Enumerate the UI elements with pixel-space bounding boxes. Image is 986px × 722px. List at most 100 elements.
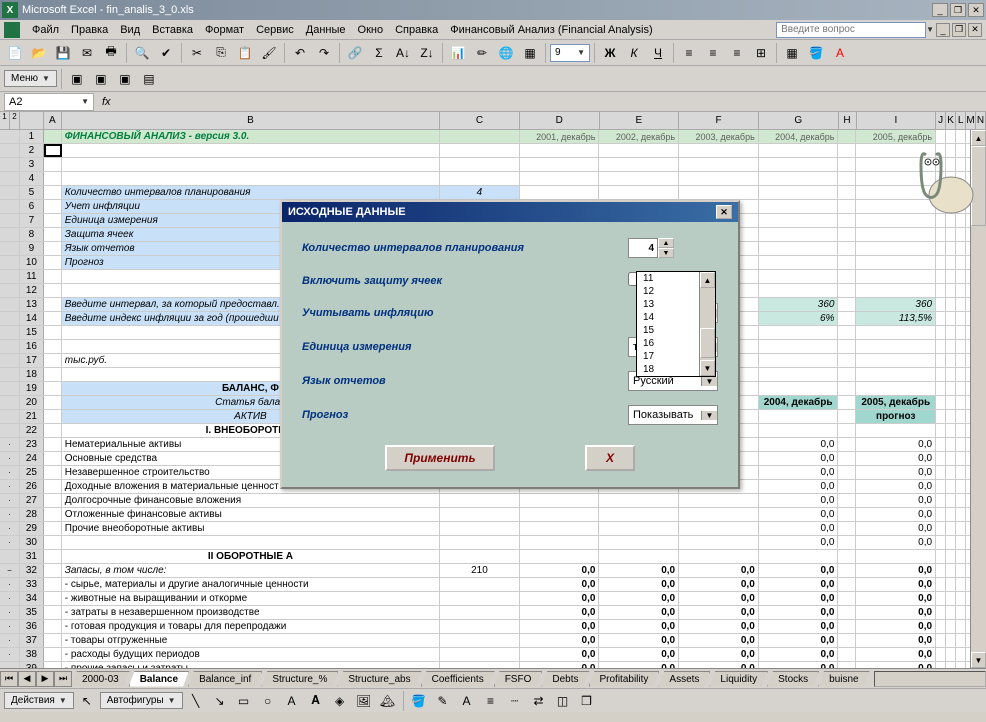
cell[interactable] [956,214,966,227]
col-D[interactable]: D [520,112,600,129]
cell[interactable] [956,382,966,395]
cell[interactable]: 0,0 [856,466,936,479]
cell[interactable] [838,396,856,409]
grid-row[interactable]: −32Запасы, в том числе:2100,00,00,00,00,… [0,564,986,578]
cell[interactable] [838,228,856,241]
cell[interactable] [440,578,520,591]
cell[interactable] [936,186,946,199]
fx-icon[interactable]: fx [102,96,111,108]
cell[interactable]: 0,0 [759,536,839,549]
cell[interactable] [956,200,966,213]
cell[interactable]: 0,0 [759,662,839,668]
cell[interactable] [838,564,856,577]
cell[interactable] [520,550,600,563]
name-box[interactable]: A2▼ [4,93,94,111]
cell[interactable]: 113,5% [856,312,936,325]
font-size-input[interactable]: 9▼ [550,44,590,62]
cell[interactable] [838,368,856,381]
cell[interactable]: 0,0 [520,620,600,633]
cell[interactable] [856,354,936,367]
grid-row[interactable]: ·38- расходы будущих периодов0,00,00,00,… [0,648,986,662]
cell[interactable] [838,186,856,199]
cell[interactable] [946,424,956,437]
cell[interactable] [838,592,856,605]
cell[interactable] [44,578,62,591]
cell[interactable] [946,354,956,367]
spin-down-icon[interactable]: ▼ [658,248,674,258]
col-A[interactable]: A [44,112,62,129]
cell[interactable] [759,214,839,227]
align-center-icon[interactable]: ≡ [702,42,724,64]
cell[interactable] [936,228,946,241]
cell[interactable]: 360 [759,298,839,311]
cell[interactable] [44,480,62,493]
cell[interactable] [946,508,956,521]
cell[interactable] [946,522,956,535]
cell[interactable] [936,368,946,381]
cell[interactable] [936,438,946,451]
cell[interactable] [759,158,839,171]
cell[interactable] [956,578,966,591]
3d-icon[interactable]: ❒ [576,690,598,712]
cell[interactable] [759,550,839,563]
cell[interactable]: - готовая продукция и товары для перепро… [62,620,440,633]
cell[interactable] [44,620,62,633]
cell[interactable]: 0,0 [520,592,600,605]
cell[interactable]: 0,0 [599,634,679,647]
cell[interactable]: Количество интервалов планирования [62,186,440,199]
cell[interactable] [956,312,966,325]
cell[interactable] [440,494,520,507]
cell[interactable] [838,158,856,171]
cell[interactable]: 2002, декабрь [599,130,679,143]
cell[interactable] [946,452,956,465]
col-N[interactable]: N [976,112,986,129]
cell[interactable] [936,144,946,157]
cell[interactable] [946,494,956,507]
cell[interactable] [956,550,966,563]
cell[interactable] [936,564,946,577]
cell[interactable] [44,382,62,395]
cell[interactable] [946,662,956,668]
cell[interactable] [936,634,946,647]
custom-btn-4[interactable]: ▤ [138,68,160,90]
cell[interactable]: 0,0 [599,564,679,577]
menu-tools[interactable]: Сервис [250,22,300,38]
dropdown-item[interactable]: 11 [637,272,699,285]
cell[interactable] [44,158,62,171]
cell[interactable] [440,648,520,661]
grid-row[interactable]: ·36- готовая продукция и товары для пере… [0,620,986,634]
cell[interactable] [599,144,679,157]
cell[interactable] [44,634,62,647]
align-left-icon[interactable]: ≡ [678,42,700,64]
cell[interactable] [440,536,520,549]
cell[interactable] [936,410,946,423]
dialog-close-button[interactable]: ✕ [716,205,732,219]
cell[interactable] [936,648,946,661]
sheet-tab[interactable]: 2000-03 [72,671,130,687]
cell[interactable] [44,606,62,619]
cell[interactable] [62,144,440,157]
italic-icon[interactable]: К [623,42,645,64]
cell[interactable]: 0,0 [599,662,679,668]
menu-insert[interactable]: Вставка [146,22,199,38]
cell[interactable]: 0,0 [759,480,839,493]
tab-next-icon[interactable]: ▶ [36,671,54,687]
dropdown-scrollbar[interactable]: ▲ ▼ [699,272,715,376]
clipart-icon[interactable]: 🖼 [353,690,375,712]
cell[interactable] [856,326,936,339]
cell[interactable] [520,536,600,549]
grid-row[interactable]: ·35- затраты в незавершенном производств… [0,606,986,620]
cell[interactable] [679,172,759,185]
cell[interactable]: 0,0 [679,578,759,591]
dropdown-item[interactable]: 12 [637,285,699,298]
cell[interactable] [759,424,839,437]
cell[interactable]: 0,0 [520,606,600,619]
cell[interactable] [679,536,759,549]
cell[interactable] [759,200,839,213]
col-M[interactable]: M [966,112,976,129]
format-painter-icon[interactable]: 🖌 [258,42,280,64]
cell[interactable] [956,522,966,535]
cell[interactable] [936,550,946,563]
cell[interactable] [946,326,956,339]
cell[interactable] [946,578,956,591]
